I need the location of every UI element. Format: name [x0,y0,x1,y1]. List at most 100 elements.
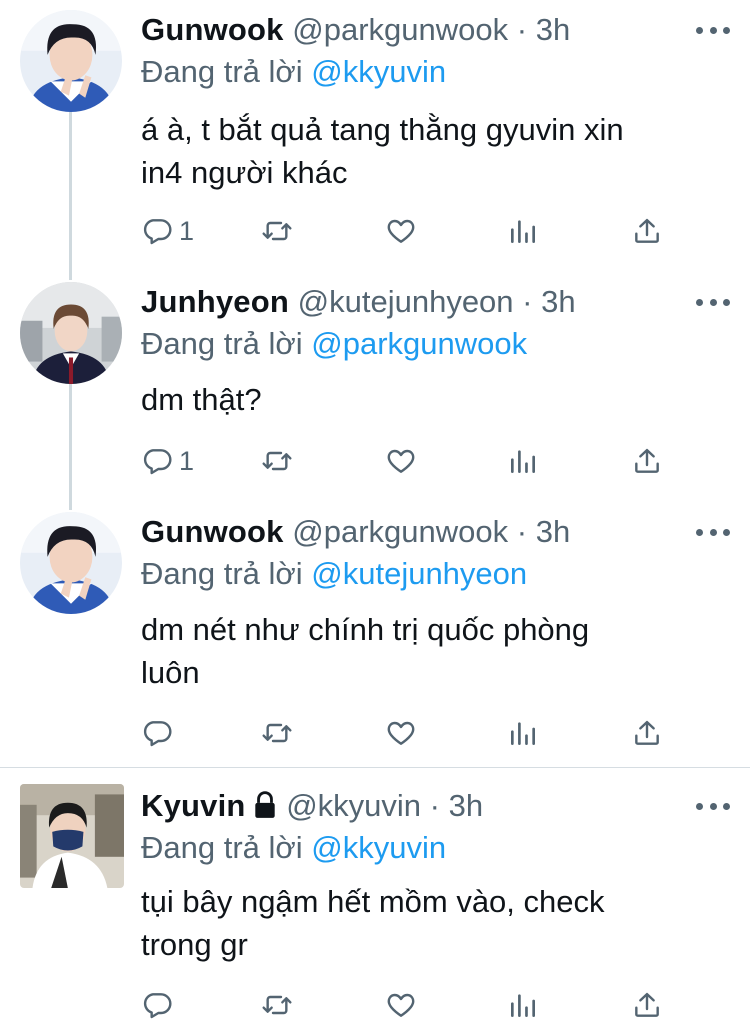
retweet-button[interactable] [261,988,293,1022]
more-options-icon[interactable] [696,24,730,36]
gunwook-avatar-image [20,10,122,112]
retweet-icon [262,723,292,743]
tweet[interactable]: Junhyeon @kutejunhyeon · 3h Đang trả lời… [0,272,750,504]
tweet-actions [141,716,681,750]
heart-icon [387,721,415,745]
avatar[interactable] [20,784,124,888]
retweet-icon [262,451,292,471]
reply-mention-link[interactable]: @kkyuvin [311,830,446,865]
reply-button[interactable] [141,988,173,1022]
replying-to-label: Đang trả lời [141,54,303,89]
share-button[interactable] [631,988,663,1022]
tweet-text: á à, t bắt quả tang thằng gyuvin xin in4… [141,108,731,194]
like-button[interactable] [385,214,417,248]
avatar[interactable] [20,512,122,614]
more-options-icon[interactable] [696,800,730,812]
analytics-button[interactable] [507,716,539,750]
tweet-text-line: trong gr [141,927,248,962]
tweet[interactable]: Kyuvin @kkyuvin · 3h Đang trả lời @kkyuv… [0,776,750,1029]
lock-icon [254,791,275,818]
like-button[interactable] [385,716,417,750]
reply-button[interactable]: 1 [141,444,194,478]
separator-dot: · [516,514,528,549]
share-button[interactable] [631,444,663,478]
user-handle[interactable]: @parkgunwook [292,514,508,549]
retweet-icon [262,221,292,241]
reply-icon [143,721,172,747]
reply-button[interactable]: 1 [141,214,194,248]
tweet-text-line: luôn [141,655,200,690]
reply-count: 1 [179,445,195,476]
reply-button[interactable] [141,716,173,750]
tweet-actions: 1 [141,444,681,478]
display-name[interactable]: Junhyeon [141,284,289,319]
display-name[interactable]: Gunwook [141,12,284,47]
analytics-icon [511,220,535,243]
avatar[interactable] [20,10,122,112]
heart-icon [387,449,415,473]
heart-icon [387,219,415,243]
tweet-text-line: dm nét như chính trị quốc phòng [141,612,590,647]
reply-mention-link[interactable]: @kkyuvin [311,54,446,89]
retweet-button[interactable] [261,214,293,248]
like-button[interactable] [385,988,417,1022]
reply-icon [143,219,172,245]
retweet-icon [262,995,292,1015]
like-button[interactable] [385,444,417,478]
more-options-icon[interactable] [696,526,730,538]
display-name[interactable]: Kyuvin [141,788,246,823]
display-name[interactable]: Gunwook [141,514,284,549]
timestamp[interactable]: 3h [541,284,575,319]
avatar[interactable] [20,282,122,384]
user-handle[interactable]: @kkyuvin [286,788,421,823]
separator-dot: · [522,284,533,319]
user-handle[interactable]: @kutejunhyeon [298,284,514,319]
tweet-divider [0,767,750,768]
tweet-text-line: á à, t bắt quả tang thằng gyuvin xin [141,112,624,147]
tweet-header: Junhyeon @kutejunhyeon · 3h [141,282,730,322]
reply-mention-link[interactable]: @kutejunhyeon [311,556,527,591]
tweet-text: dm nét như chính trị quốc phòng luôn [141,608,731,694]
timestamp[interactable]: 3h [536,12,570,47]
analytics-button[interactable] [507,988,539,1022]
reply-icon [143,993,172,1019]
replying-to-label: Đang trả lời [141,556,303,591]
retweet-button[interactable] [261,444,293,478]
analytics-icon [511,722,535,745]
tweet-header: Gunwook @parkgunwook · 3h [141,10,730,50]
reply-mention-link[interactable]: @parkgunwook [311,326,527,361]
timestamp[interactable]: 3h [449,788,483,823]
user-handle[interactable]: @parkgunwook [292,12,508,47]
analytics-button[interactable] [507,214,539,248]
share-button[interactable] [631,716,663,750]
tweet-actions: 1 [141,214,681,248]
share-button[interactable] [631,214,663,248]
share-icon [635,448,659,473]
timestamp[interactable]: 3h [536,514,570,549]
tweet-header: Gunwook @parkgunwook · 3h [141,512,730,552]
replying-to-label: Đang trả lời [141,830,303,865]
tweet-header: Kyuvin @kkyuvin · 3h [141,786,730,826]
share-icon [635,992,659,1017]
kyuvin-avatar-image [20,784,124,888]
analytics-button[interactable] [507,444,539,478]
separator-dot: · [429,788,440,823]
heart-icon [387,993,415,1017]
gunwook-avatar-image [20,512,122,614]
reply-count: 1 [179,215,195,246]
tweet-text: tụi bây ngậm hết mồm vào, check trong gr [141,880,731,966]
retweet-button[interactable] [261,716,293,750]
analytics-icon [511,450,535,473]
replying-to: Đang trả lời @kkyuvin [141,828,446,868]
tweet-actions [141,988,681,1022]
junhyeon-avatar-image [20,282,122,384]
tweet[interactable]: Gunwook @parkgunwook · 3h Đang trả lời @… [0,502,750,764]
replying-to: Đang trả lời @kkyuvin [141,52,446,92]
replying-to: Đang trả lời @kutejunhyeon [141,554,527,594]
separator-dot: · [516,12,528,47]
tweet-text-line: tụi bây ngậm hết mồm vào, check [141,884,605,919]
tweet[interactable]: Gunwook @parkgunwook · 3h Đang trả lời @… [0,0,750,258]
share-icon [635,218,659,243]
more-options-icon[interactable] [696,296,730,308]
tweet-text-line: in4 người khác [141,155,348,190]
